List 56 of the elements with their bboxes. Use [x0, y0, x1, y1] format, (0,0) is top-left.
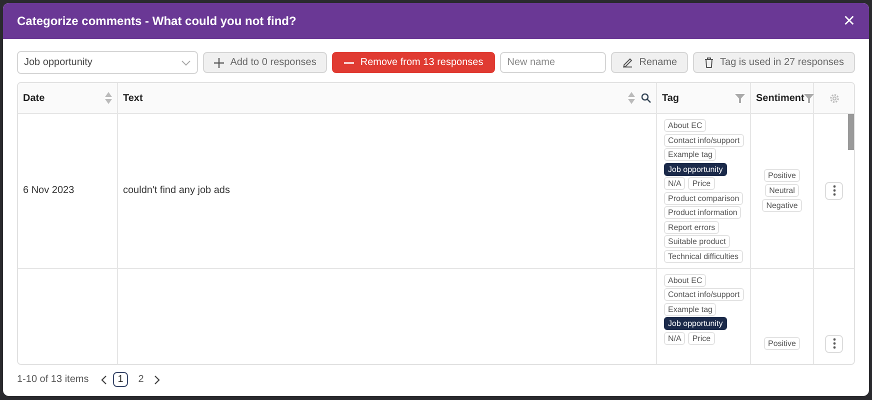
column-header[interactable]: Date [18, 83, 118, 113]
more-icon [832, 338, 836, 349]
remove-button[interactable]: Remove from 13 responses [332, 52, 496, 73]
sentiment-chip[interactable]: Negative [762, 199, 802, 212]
tag-chip[interactable]: Job opportunity [664, 317, 727, 330]
tag-usage-button[interactable]: Tag is used in 27 responses [693, 52, 855, 73]
tag-chip[interactable]: Price [688, 332, 715, 344]
items-summary: 1-10 of 13 items [17, 374, 89, 385]
sentiment-chip[interactable]: Positive [764, 337, 800, 350]
chevron-right-icon[interactable] [154, 374, 160, 384]
more-menu-button[interactable] [825, 334, 843, 352]
tag-chip[interactable]: Report errors [664, 220, 720, 234]
chevron-left-icon[interactable] [100, 374, 107, 384]
column-header[interactable]: Sentiment [751, 83, 814, 113]
tag-chip[interactable]: N/A [664, 177, 686, 190]
settings-icon[interactable] [828, 92, 840, 104]
tag-chip[interactable]: N/A [664, 332, 686, 344]
trash-icon [704, 57, 714, 68]
tag-chip[interactable]: Example tag [664, 302, 716, 316]
column-header[interactable]: Tag [657, 83, 751, 113]
search-icon[interactable] [641, 93, 651, 103]
tag-chip[interactable]: Product information [664, 206, 742, 219]
tag-chip[interactable]: About EC [664, 119, 706, 132]
tag-chip[interactable]: Contact info/support [664, 288, 744, 301]
tag-chip[interactable]: Job opportunity [664, 162, 727, 176]
rename-button[interactable]: Rename [611, 52, 688, 73]
tag-chip[interactable]: About EC [664, 274, 706, 286]
tag-chip[interactable]: Technical difficulties [664, 250, 743, 262]
scrollbar-thumb[interactable] [848, 114, 854, 150]
sort-icon[interactable] [105, 92, 112, 104]
new-name-field[interactable]: New name [500, 52, 606, 73]
sort-icon[interactable] [628, 92, 635, 104]
filter-icon[interactable] [804, 94, 814, 102]
tag-dropdown[interactable]: Job opportunity [17, 51, 198, 74]
tag-chip[interactable]: Price [688, 177, 715, 190]
dialog-title: Categorize comments - What could you not find? [17, 14, 296, 28]
more-menu-button[interactable] [825, 182, 843, 200]
column-header[interactable]: Text [118, 83, 657, 113]
minus-icon [344, 62, 354, 64]
add-button[interactable]: Add to 0 responses [203, 52, 328, 73]
date-cell: 6 Nov 2023 [23, 185, 74, 196]
sentiment-chip[interactable]: Neutral [765, 184, 799, 198]
pencil-icon [622, 57, 634, 68]
more-icon [832, 185, 836, 196]
chevron-down-icon [181, 60, 192, 66]
tag-chip[interactable]: Suitable product [664, 235, 730, 248]
comment-text: couldn't find any job ads [123, 185, 230, 196]
tag-chip[interactable]: Contact info/support [664, 134, 744, 146]
tag-chip[interactable]: Example tag [664, 148, 716, 161]
page-button[interactable]: 2 [134, 373, 148, 386]
tag-chip[interactable]: Product comparison [664, 192, 744, 204]
filter-icon[interactable] [735, 94, 745, 102]
sentiment-chip[interactable]: Positive [764, 169, 800, 182]
close-button[interactable]: × [841, 11, 857, 31]
page-button[interactable]: 1 [112, 372, 128, 387]
plus-icon [214, 58, 224, 68]
